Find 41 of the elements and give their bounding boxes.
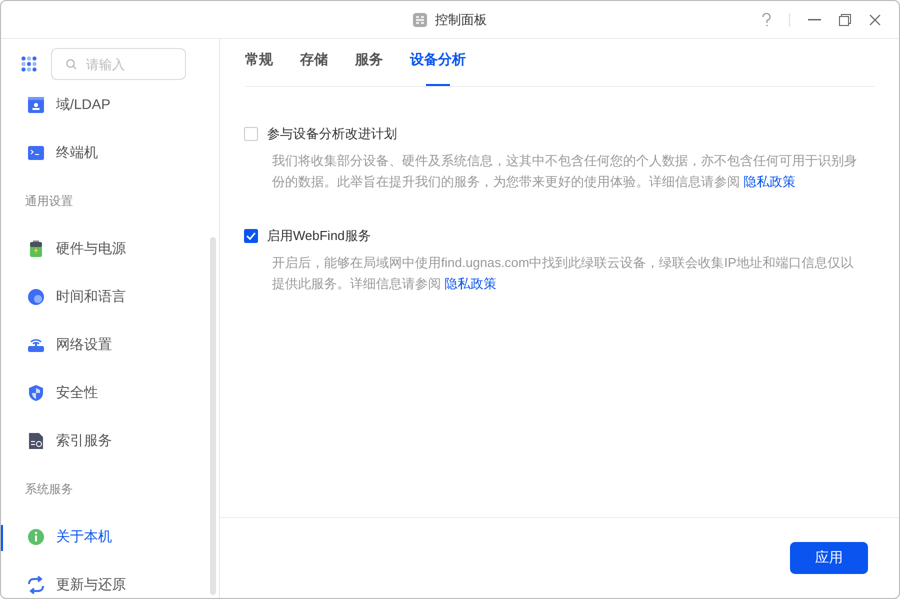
search-field[interactable]: 请输入 (51, 48, 186, 80)
restore-icon[interactable] (839, 14, 851, 26)
file-search-icon (27, 432, 45, 450)
router-icon (27, 336, 45, 354)
sidebar-item[interactable]: 安全性 (1, 369, 219, 417)
info-icon (27, 528, 45, 546)
section-header: 通用设置 (24, 192, 74, 210)
checkbox-label: 参与设备分析改进计划 (267, 125, 397, 143)
close-icon[interactable] (869, 14, 881, 26)
sync-icon (27, 576, 45, 594)
sidebar-item[interactable]: 硬件与电源 (1, 225, 219, 273)
terminal-icon (27, 144, 45, 162)
window-title: 控制面板 (435, 10, 487, 28)
section-header: 系统服务 (24, 480, 74, 498)
globe-icon (27, 288, 45, 306)
minimize-icon[interactable] (808, 18, 821, 20)
scrollbar[interactable] (210, 237, 216, 595)
sidebar-item[interactable]: 终端机 (1, 129, 219, 177)
checkbox-label: 启用WebFind服务 (267, 227, 371, 245)
checkbox[interactable] (244, 229, 258, 243)
sidebar-item[interactable]: 域/LDAP (1, 81, 219, 129)
app-grid-icon[interactable] (21, 56, 37, 72)
sidebar-item[interactable]: 更新与还原 (1, 561, 219, 598)
description-text: 我们将收集部分设备、硬件及系统信息，这其中不包含任何您的个人数据，亦不包含任何可用于识别身份的数据。此举旨在提升我们的服务，为您带来更好的使用体验。详细信息请参阅 隐私政策 (272, 152, 858, 191)
tab[interactable]: 常规 (245, 39, 273, 86)
tab[interactable]: 存储 (300, 39, 328, 86)
privacy-link[interactable]: 隐私政策 (744, 174, 796, 189)
control-panel-icon (413, 12, 427, 26)
tab[interactable]: 服务 (355, 39, 383, 86)
apply-button[interactable]: 应用 (790, 542, 868, 574)
description-text: 开启后，能够在局域网中使用find.ugnas.com中找到此绿联云设备，绿联会收集IP地址和端口信息仅以提供此服务。详细信息请参阅 隐私政策 (272, 254, 854, 293)
tab[interactable]: 设备分析 (410, 39, 466, 86)
sidebar-item[interactable]: 时间和语言 (1, 273, 219, 321)
battery-icon (27, 240, 45, 258)
shield-icon (27, 384, 45, 402)
sidebar-item[interactable]: 网络设置 (1, 321, 219, 369)
privacy-link[interactable]: 隐私政策 (444, 276, 497, 291)
sidebar-item[interactable]: 索引服务 (1, 417, 219, 465)
user-card-icon (27, 96, 45, 114)
sidebar-item[interactable]: 关于本机 (1, 513, 219, 561)
help-icon[interactable] (762, 12, 771, 26)
